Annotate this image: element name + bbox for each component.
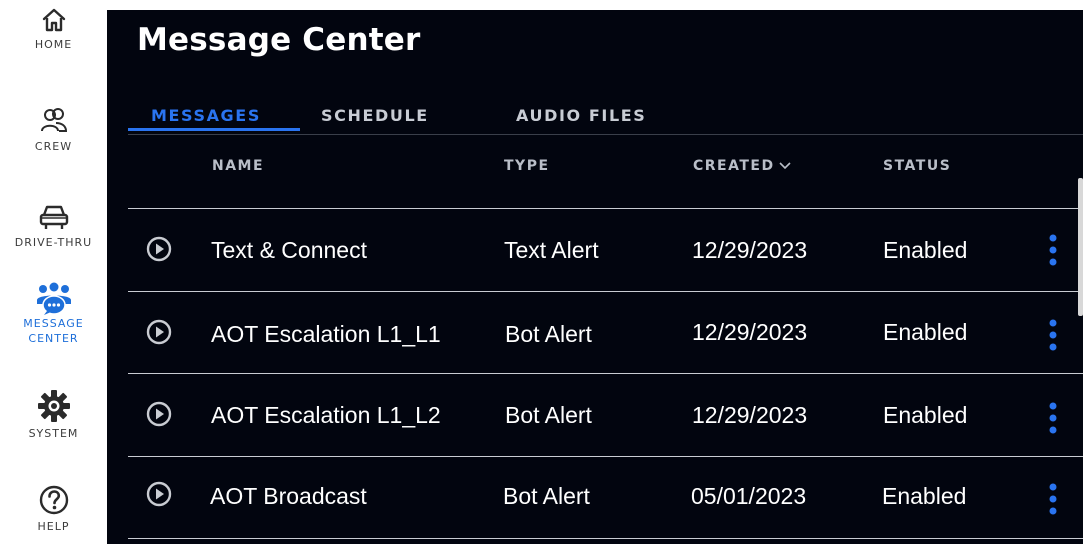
message-center-panel: Message Center MESSAGES SCHEDULE AUDIO F…	[107, 10, 1083, 544]
column-header-name: NAME	[212, 158, 265, 174]
row-type: Bot Alert	[505, 321, 592, 347]
column-header-created[interactable]: CREATED	[693, 158, 791, 174]
active-tab-indicator	[128, 128, 300, 131]
row-name: Text & Connect	[211, 237, 367, 263]
message-center-icon	[36, 282, 71, 315]
more-options-icon[interactable]	[1048, 401, 1058, 435]
page-title: Message Center	[137, 22, 421, 58]
sidebar-item-label: CREW	[34, 140, 73, 153]
sidebar-item-system[interactable]: SYSTEM	[0, 389, 107, 441]
tab-schedule[interactable]: SCHEDULE	[321, 106, 429, 125]
sidebar-item-help[interactable]: HELP	[0, 484, 107, 534]
row-status: Enabled	[883, 402, 968, 428]
sidebar-item-label-line2: CENTER	[28, 332, 79, 345]
sidebar-item-label: HOME	[34, 38, 73, 51]
help-icon	[39, 485, 68, 515]
table-row[interactable]: AOT Broadcast Bot Alert 05/01/2023 Enabl…	[128, 456, 1083, 539]
gear-icon	[37, 390, 70, 422]
crew-icon	[40, 108, 67, 132]
sidebar-item-label-line1: MESSAGE	[23, 317, 84, 330]
sidebar-item-crew[interactable]: CREW	[0, 106, 107, 154]
car-icon	[39, 205, 68, 229]
more-options-icon[interactable]	[1048, 482, 1058, 516]
sidebar-item-message-center[interactable]: MESSAGE CENTER	[0, 282, 107, 346]
row-created: 12/29/2023	[692, 402, 808, 428]
play-icon[interactable]	[146, 319, 172, 345]
column-header-type: TYPE	[504, 158, 550, 174]
row-name: AOT Escalation L1_L1	[211, 321, 441, 347]
sidebar-item-label: SYSTEM	[28, 427, 79, 440]
more-options-icon[interactable]	[1048, 233, 1058, 267]
row-name: AOT Broadcast	[210, 483, 367, 509]
row-status: Enabled	[882, 483, 967, 509]
scrollbar-thumb[interactable]	[1078, 178, 1083, 316]
table-row[interactable]: AOT Escalation L1_L1 Bot Alert 12/29/202…	[128, 291, 1083, 374]
sidebar-item-drive-thru[interactable]: DRIVE-THRU	[0, 202, 107, 250]
play-icon[interactable]	[146, 401, 172, 427]
sidebar-item-home[interactable]: HOME	[0, 6, 107, 52]
row-type: Bot Alert	[505, 402, 592, 428]
row-type: Text Alert	[504, 237, 599, 263]
home-icon	[42, 8, 65, 32]
play-icon[interactable]	[146, 481, 172, 507]
tab-audio-files[interactable]: AUDIO FILES	[516, 106, 646, 125]
table-row-divider	[128, 538, 1083, 539]
tab-messages[interactable]: MESSAGES	[151, 106, 261, 125]
sidebar-item-label: HELP	[37, 520, 70, 533]
table-row[interactable]: Text & Connect Text Alert 12/29/2023 Ena…	[128, 208, 1083, 291]
row-type: Bot Alert	[503, 483, 590, 509]
table-row[interactable]: AOT Escalation L1_L2 Bot Alert 12/29/202…	[128, 373, 1083, 456]
chevron-down-icon	[779, 162, 791, 170]
column-header-status: STATUS	[883, 158, 952, 174]
sidebar-item-label: DRIVE-THRU	[14, 236, 93, 249]
row-status: Enabled	[883, 237, 968, 263]
row-name: AOT Escalation L1_L2	[211, 402, 441, 428]
row-created: 12/29/2023	[692, 237, 808, 263]
column-header-created-label: CREATED	[693, 158, 775, 174]
play-icon[interactable]	[146, 236, 172, 262]
more-options-icon[interactable]	[1048, 318, 1058, 352]
tabs-divider	[128, 134, 1083, 135]
sidebar-nav: HOME CREW DRIVE-THRU MESSAGE CENTER SYST…	[0, 0, 107, 544]
row-status: Enabled	[883, 319, 968, 345]
row-created: 05/01/2023	[691, 483, 807, 509]
row-created: 12/29/2023	[692, 319, 808, 345]
